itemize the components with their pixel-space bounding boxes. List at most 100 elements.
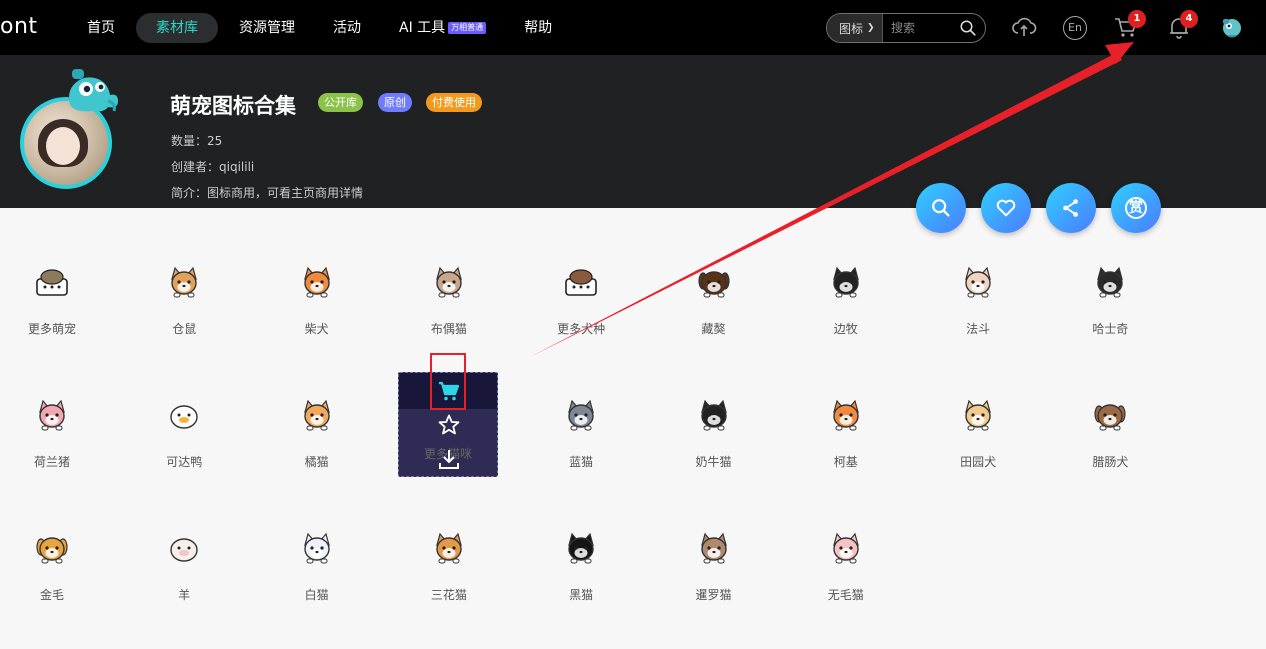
sphynx-icon — [832, 532, 859, 564]
icon-card[interactable]: 田园犬 — [926, 350, 1030, 469]
shiba-icon — [303, 266, 330, 298]
icon-card[interactable]: 边牧 — [794, 217, 898, 336]
site-logo[interactable]: ont — [0, 14, 38, 39]
icon-card[interactable]: 蓝猫 — [529, 350, 633, 469]
icon-card[interactable]: 布偶猫 — [397, 217, 501, 336]
icon-label: 腊肠犬 — [1092, 455, 1129, 469]
icon-card[interactable]: 三花猫 — [397, 483, 501, 602]
icon-card[interactable]: 更多萌宠 — [0, 217, 104, 336]
tag-original: 原创 — [378, 93, 412, 112]
icon-label: 更多犬种 — [557, 322, 606, 336]
upload-cloud-icon[interactable] — [1011, 14, 1037, 40]
icon-label: 更多萌宠 — [27, 322, 76, 336]
icon-card[interactable]: 藏獒 — [662, 217, 766, 336]
icon-label: 田园犬 — [960, 455, 997, 469]
mastiff-icon — [697, 271, 730, 298]
cart-count-badge: 1 — [1128, 10, 1146, 28]
icon-label: 仓鼠 — [172, 322, 197, 336]
icon-label: 柴犬 — [304, 322, 329, 336]
icon-label: 黑猫 — [569, 588, 594, 602]
heart-icon — [996, 199, 1016, 217]
icon-card[interactable]: 仓鼠 — [132, 217, 236, 336]
guinea-icon — [39, 399, 65, 431]
orangecat-icon — [303, 399, 330, 431]
icon-label: 无毛猫 — [827, 588, 864, 602]
icon-card[interactable]: 白猫 — [265, 483, 369, 602]
blackcat-icon — [568, 532, 595, 564]
countrydog-icon — [965, 399, 992, 431]
icon-card[interactable]: 金毛 — [0, 483, 104, 602]
share-icon — [1063, 199, 1078, 217]
search-type-select[interactable]: 图标 ❯ — [827, 14, 883, 42]
nav-item-label: 帮助 — [524, 20, 553, 36]
golden-icon — [36, 537, 68, 564]
reward-icon: 赏 — [1125, 197, 1147, 219]
icon-label: 边牧 — [833, 322, 858, 336]
nav-item-4[interactable]: AI 工具 万相普通 — [382, 13, 503, 43]
search-box: 图标 ❯ — [826, 13, 986, 43]
icon-label: 可达鸭 — [166, 455, 203, 469]
icon-card[interactable]: 暹罗猫 — [662, 483, 766, 602]
icon-label: 橘猫 — [304, 455, 329, 469]
icon-card[interactable]: 荷兰猪 — [0, 350, 104, 469]
chevron-down-icon: ❯ — [867, 23, 875, 33]
nav-item-5[interactable]: 帮助 — [507, 13, 569, 43]
icon-label: 藏獒 — [701, 322, 726, 336]
icon-card[interactable]: 法斗 — [926, 217, 1030, 336]
bulldog-icon — [965, 266, 992, 298]
icon-card[interactable]: 羊 — [132, 483, 236, 602]
search-icon[interactable] — [959, 19, 977, 37]
icon-label: 法斗 — [966, 322, 991, 336]
icon-card[interactable]: 奶牛猫 — [662, 350, 766, 469]
icon-card[interactable]: 哈士奇 — [1058, 217, 1162, 336]
icon-count: 数量：25 — [171, 134, 223, 148]
corgi-icon — [832, 399, 859, 431]
turtle-icon — [36, 269, 68, 296]
search-icon — [932, 199, 950, 217]
mascot-badge-icon — [69, 69, 118, 112]
search-input[interactable] — [883, 21, 953, 35]
icon-label: 布偶猫 — [430, 322, 467, 336]
icon-card[interactable]: 柯基 — [794, 350, 898, 469]
nav-item-label: 活动 — [333, 20, 361, 36]
notification-count-badge: 4 — [1180, 10, 1198, 28]
icon-label: 柯基 — [833, 455, 858, 469]
husky-icon — [1097, 266, 1124, 298]
icon-card[interactable]: 橘猫 — [265, 350, 369, 469]
nav-item-0[interactable]: 首页 — [70, 13, 132, 43]
search-type-label: 图标 — [839, 21, 864, 36]
icon-card[interactable]: 黑猫 — [529, 483, 633, 602]
sheep-icon — [170, 538, 198, 562]
download-icon[interactable] — [437, 447, 461, 471]
siamese-icon — [700, 532, 727, 564]
icon-card[interactable]: 更多犬种 — [529, 217, 633, 336]
whitecat-icon — [303, 532, 330, 564]
nav-item-2[interactable]: 资源管理 — [222, 13, 312, 43]
icon-label: 羊 — [178, 588, 191, 602]
hamster-icon — [171, 266, 198, 298]
icon-card[interactable]: 可达鸭 — [132, 350, 236, 469]
icon-label: 蓝猫 — [569, 455, 594, 469]
nav-item-1[interactable]: 素材库 — [136, 13, 218, 43]
top-navbar: ont 首页 素材库 资源管理 活动 AI 工具万相普通 帮助 图标 ❯ En 1 4 — [0, 0, 1266, 55]
icon-card[interactable]: 柴犬 — [265, 217, 369, 336]
dachshund-icon — [1094, 404, 1126, 431]
nav-item-3[interactable]: 活动 — [316, 13, 378, 43]
ragdoll-icon — [435, 266, 462, 298]
ai-tool-badge: 万相普通 — [448, 22, 487, 34]
collie-icon — [832, 266, 859, 298]
main-nav: 首页 素材库 资源管理 活动 AI 工具 万相普通 帮助 — [70, 13, 573, 43]
user-avatar-icon[interactable] — [1218, 13, 1246, 41]
icon-card[interactable]: 无毛猫 — [794, 483, 898, 602]
bluecat-icon — [568, 399, 595, 431]
language-icon[interactable]: En — [1063, 16, 1087, 40]
nav-item-label: 首页 — [87, 20, 115, 36]
nav-item-label: 资源管理 — [239, 20, 295, 36]
icon-card[interactable]: 腊肠犬 — [1058, 350, 1162, 469]
collection-intro: 简介：图标商用，可看主页商用详情 — [171, 186, 364, 200]
icon-label: 金毛 — [39, 588, 64, 602]
creator-name[interactable]: 创建者：qiqilili — [171, 158, 254, 175]
star-icon[interactable] — [437, 413, 461, 437]
duck-icon — [170, 405, 198, 429]
cowcat-icon — [700, 399, 727, 431]
